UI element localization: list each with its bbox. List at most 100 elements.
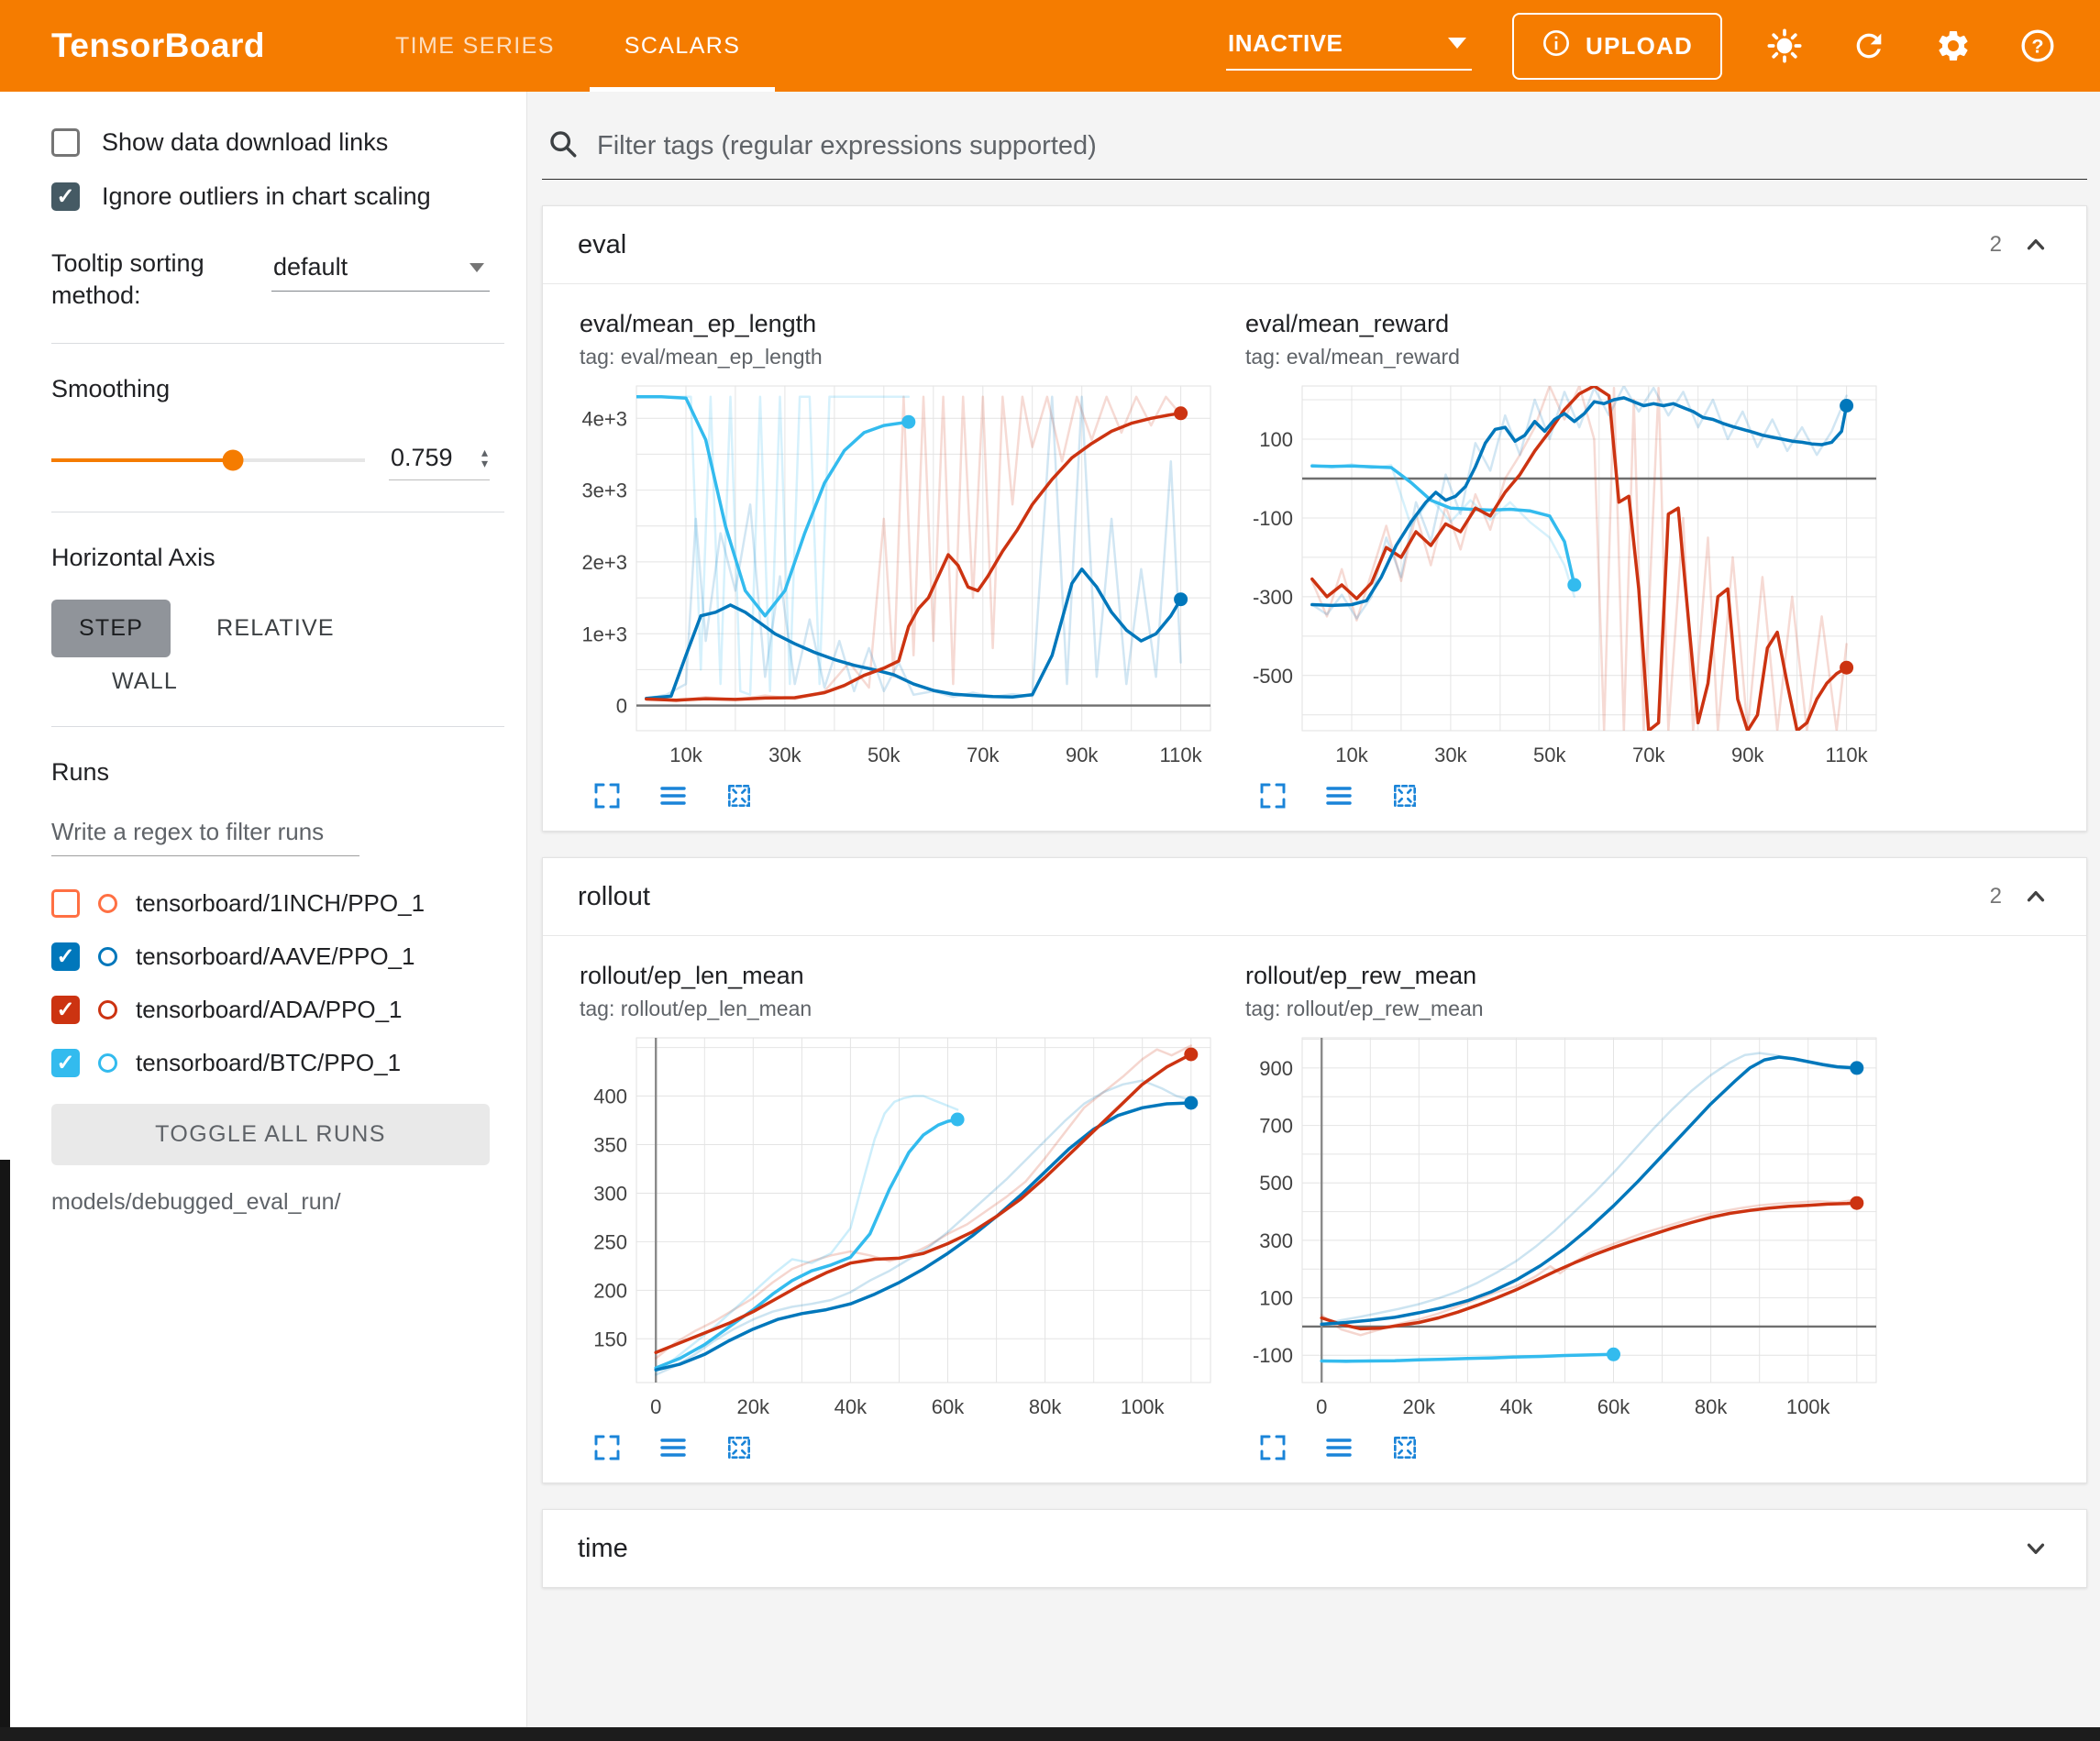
option-show-download-links[interactable]: Show data download links — [51, 128, 490, 157]
svg-text:700: 700 — [1259, 1115, 1293, 1138]
svg-text:3e+3: 3e+3 — [581, 479, 627, 502]
tag-filter-input[interactable] — [597, 131, 2082, 161]
svg-text:300: 300 — [1259, 1229, 1293, 1252]
chart-tag: tag: eval/mean_ep_length — [580, 345, 1221, 369]
status-dropdown[interactable]: INACTIVE — [1226, 22, 1472, 71]
settings-sidebar: Show data download links ✓ Ignore outlie… — [0, 92, 527, 1741]
run-item[interactable]: ✓ tensorboard/AAVE/PPO_1 — [51, 930, 490, 983]
runs-regex-input[interactable] — [51, 810, 359, 856]
svg-text:100k: 100k — [1786, 1395, 1831, 1418]
app-header: TensorBoard TIME SERIES SCALARS INACTIVE… — [0, 0, 2100, 92]
brightness-icon[interactable] — [1763, 24, 1807, 68]
expand-card-icon[interactable] — [591, 1431, 624, 1464]
svg-text:150: 150 — [593, 1328, 627, 1350]
show-download-links-checkbox[interactable] — [51, 128, 80, 157]
run-checkbox[interactable]: ✓ — [51, 942, 80, 971]
run-color-ring — [98, 1000, 117, 1019]
run-color-ring — [98, 1053, 117, 1073]
axis-wall-button[interactable]: WALL — [84, 653, 205, 710]
full-width-icon[interactable] — [1322, 1431, 1355, 1464]
svg-text:0: 0 — [616, 695, 627, 718]
info-icon — [1542, 28, 1571, 64]
upload-label: UPLOAD — [1586, 32, 1693, 61]
horizontal-scrollbar[interactable] — [0, 1727, 2100, 1741]
collapse-chevron-up-icon[interactable] — [2020, 229, 2051, 260]
sidebar-scrollbar[interactable] — [0, 1160, 10, 1741]
tab-scalars[interactable]: SCALARS — [590, 0, 776, 92]
svg-text:40k: 40k — [1500, 1395, 1533, 1418]
stepper-arrows-icon[interactable]: ▴▾ — [481, 447, 488, 469]
settings-gear-icon[interactable] — [1931, 24, 1975, 68]
option-ignore-outliers[interactable]: ✓ Ignore outliers in chart scaling — [51, 182, 490, 211]
svg-text:20k: 20k — [1403, 1395, 1436, 1418]
fit-domain-icon[interactable] — [723, 1431, 756, 1464]
smoothing-slider[interactable] — [51, 458, 365, 462]
axis-step-button[interactable]: STEP — [51, 600, 171, 657]
chart-tag: tag: rollout/ep_rew_mean — [1245, 997, 1887, 1021]
svg-text:90k: 90k — [1066, 744, 1099, 766]
refresh-icon[interactable] — [1847, 24, 1891, 68]
chart-title: eval/mean_reward — [1245, 310, 1887, 338]
section-count: 2 — [1990, 232, 2002, 258]
svg-text:70k: 70k — [967, 744, 1000, 766]
chart-title: eval/mean_ep_length — [580, 310, 1221, 338]
chart-plot-area[interactable]: 900700500300100-100020k40k60k80k100k — [1245, 1027, 1887, 1431]
chart-plot-area[interactable]: 100-100-300-50010k30k50k70k90k110k — [1245, 375, 1887, 779]
toggle-all-runs-button[interactable]: TOGGLE ALL RUNS — [51, 1104, 490, 1165]
full-width-icon[interactable] — [657, 1431, 690, 1464]
chart-plot-area[interactable]: 01e+32e+33e+34e+310k30k50k70k90k110k — [580, 375, 1221, 779]
fit-domain-icon[interactable] — [723, 779, 756, 812]
expand-card-icon[interactable] — [1256, 779, 1289, 812]
expand-card-icon[interactable] — [1256, 1431, 1289, 1464]
tooltip-sorting-dropdown[interactable]: default — [271, 248, 490, 292]
show-download-links-label: Show data download links — [102, 128, 388, 157]
tab-time-series[interactable]: TIME SERIES — [360, 0, 590, 92]
smoothing-value-input[interactable]: 0.759 ▴▾ — [389, 440, 490, 480]
run-item[interactable]: tensorboard/1INCH/PPO_1 — [51, 876, 490, 930]
svg-text:80k: 80k — [1029, 1395, 1062, 1418]
chevron-down-icon — [1448, 38, 1466, 49]
fit-domain-icon[interactable] — [1388, 1431, 1421, 1464]
collapse-chevron-up-icon[interactable] — [2020, 881, 2051, 912]
svg-text:70k: 70k — [1632, 744, 1665, 766]
svg-text:4e+3: 4e+3 — [581, 407, 627, 430]
run-checkbox[interactable]: ✓ — [51, 996, 80, 1024]
section-count: 2 — [1990, 884, 2002, 909]
svg-text:60k: 60k — [932, 1395, 965, 1418]
chart-card-rollout-ep-len-mean: rollout/ep_len_mean tag: rollout/ep_len_… — [580, 962, 1221, 1464]
horizontal-axis-label: Horizontal Axis — [51, 544, 490, 572]
chart-tag: tag: eval/mean_reward — [1245, 345, 1887, 369]
tooltip-sorting-label: Tooltip sorting method: — [51, 248, 244, 312]
chart-title: rollout/ep_rew_mean — [1245, 962, 1887, 990]
chart-tag: tag: rollout/ep_len_mean — [580, 997, 1221, 1021]
full-width-icon[interactable] — [657, 779, 690, 812]
run-label: tensorboard/AAVE/PPO_1 — [136, 942, 414, 971]
runs-list: tensorboard/1INCH/PPO_1 ✓ tensorboard/AAVE… — [51, 876, 490, 1089]
header-tabs: TIME SERIES SCALARS — [360, 0, 775, 92]
slider-thumb[interactable] — [223, 450, 244, 471]
section-rollout-header[interactable]: rollout 2 — [543, 858, 2086, 936]
expand-card-icon[interactable] — [591, 779, 624, 812]
tag-filter-bar[interactable] — [542, 117, 2087, 180]
run-item[interactable]: ✓tensorboard/BTC/PPO_1 — [51, 1036, 490, 1089]
section-eval-header[interactable]: eval 2 — [543, 206, 2086, 284]
section-time: time — [542, 1509, 2087, 1588]
run-color-ring — [98, 947, 117, 966]
fit-domain-icon[interactable] — [1388, 779, 1421, 812]
svg-text:300: 300 — [593, 1183, 627, 1206]
ignore-outliers-checkbox[interactable]: ✓ — [51, 182, 80, 211]
upload-button[interactable]: UPLOAD — [1512, 13, 1722, 80]
svg-text:100: 100 — [1259, 1287, 1293, 1310]
run-item[interactable]: ✓tensorboard/ADA/PPO_1 — [51, 983, 490, 1036]
run-checkbox[interactable]: ✓ — [51, 1049, 80, 1077]
full-width-icon[interactable] — [1322, 779, 1355, 812]
section-title: time — [578, 1534, 628, 1564]
chart-plot-area[interactable]: 150200250300350400020k40k60k80k100k — [580, 1027, 1221, 1431]
svg-text:900: 900 — [1259, 1057, 1293, 1080]
collapse-chevron-down-icon[interactable] — [2020, 1533, 2051, 1564]
run-checkbox[interactable] — [51, 889, 80, 918]
svg-text:-500: -500 — [1253, 665, 1293, 688]
help-icon[interactable]: ? — [2016, 24, 2060, 68]
axis-relative-button[interactable]: RELATIVE — [189, 600, 362, 657]
section-time-header[interactable]: time — [543, 1510, 2086, 1587]
